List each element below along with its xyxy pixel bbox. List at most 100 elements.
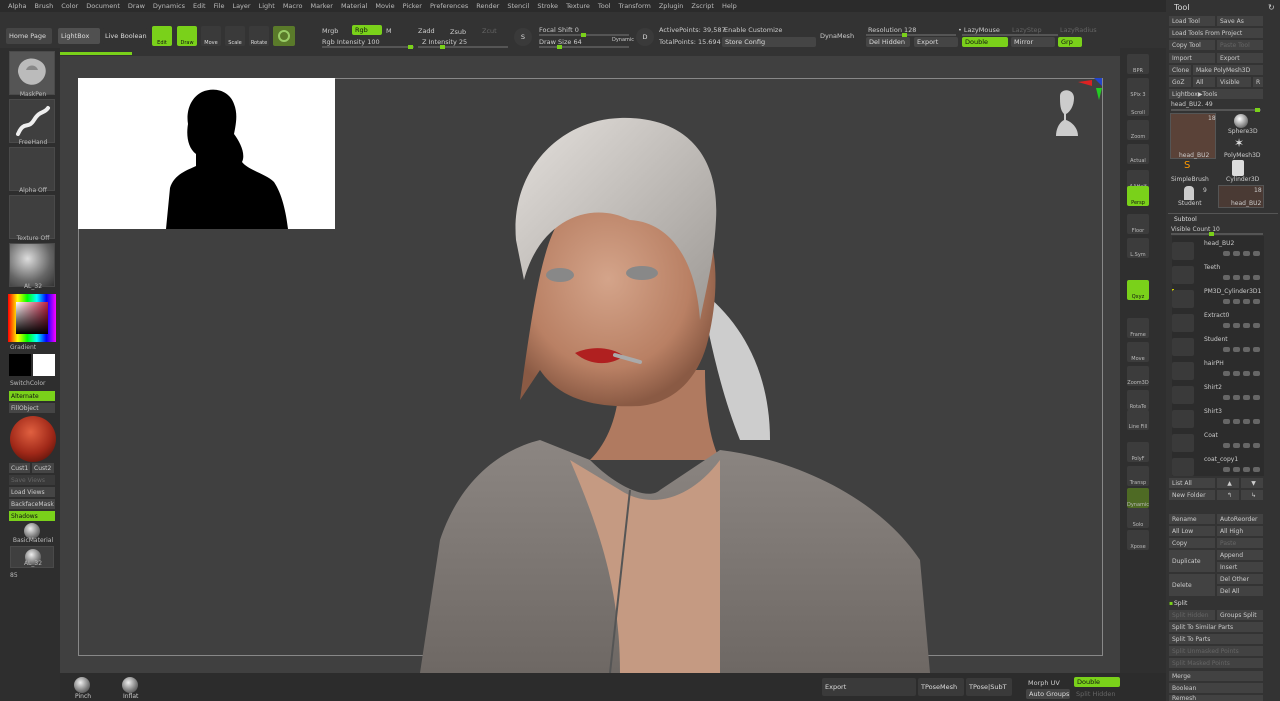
shelf-polyf[interactable]: PolyF [1127, 442, 1149, 462]
visibility-eye-icon[interactable] [1253, 467, 1260, 472]
tposemesh-button[interactable]: TPoseMesh [918, 678, 964, 696]
subtool-toggle-icon[interactable] [1233, 323, 1240, 328]
menu-texture[interactable]: Texture [566, 2, 590, 10]
subtool-toggles[interactable] [1210, 419, 1260, 425]
home-page-button[interactable]: Home Page [6, 28, 52, 44]
secondary-color-swatch[interactable] [33, 354, 55, 376]
move-left-arrow-icon[interactable]: ↰ [1217, 490, 1239, 500]
subtool-row[interactable]: PM3D_Cylinder3D1 [1172, 288, 1264, 311]
subtool-toggle-icon[interactable] [1223, 467, 1230, 472]
focal-shift-label[interactable]: Focal Shift 0 [539, 26, 579, 34]
append-button[interactable]: Append [1217, 550, 1263, 560]
menu-transform[interactable]: Transform [619, 2, 651, 10]
load-from-project-button[interactable]: Load Tools From Project [1169, 28, 1263, 38]
current-tool-label[interactable]: head_BU2. 49 [1171, 101, 1213, 108]
subtool-toggle-icon[interactable] [1223, 251, 1230, 256]
new-folder-button[interactable]: New Folder [1169, 490, 1215, 500]
double-toggle[interactable]: Double [962, 37, 1008, 47]
material-selector[interactable] [9, 243, 55, 287]
rgb-intensity-slider[interactable] [322, 45, 414, 49]
shelf-dynamic[interactable]: Dynamic [1127, 488, 1149, 508]
delete-button[interactable]: Delete [1169, 574, 1215, 596]
subtool-toggle-icon[interactable] [1223, 395, 1230, 400]
shelf-spix-3[interactable]: SPix 3 [1127, 78, 1149, 98]
rename-button[interactable]: Rename [1169, 514, 1215, 524]
menu-preferences[interactable]: Preferences [430, 2, 468, 10]
dynamesh-button[interactable]: DynaMesh [820, 32, 854, 40]
shelf-transp[interactable]: Transp [1127, 466, 1149, 486]
z-intensity-slider[interactable] [418, 45, 508, 49]
paste-tool-button[interactable]: Paste Tool [1217, 40, 1263, 50]
subtool-toggles[interactable] [1210, 251, 1260, 257]
visible-count-slider[interactable] [1171, 232, 1263, 236]
all-high-button[interactable]: All High [1217, 526, 1263, 536]
cylinder3d-icon[interactable] [1232, 160, 1244, 176]
subtool-toggle-icon[interactable] [1243, 347, 1250, 352]
shelf-move[interactable]: Move [1127, 342, 1149, 362]
enable-customize-button[interactable]: Enable Customize [724, 26, 782, 34]
shelf-frame[interactable]: Frame [1127, 318, 1149, 338]
copy-subtool-button[interactable]: Copy [1169, 538, 1215, 548]
subtool-toggles[interactable] [1210, 299, 1260, 305]
subtool-toggle-icon[interactable] [1243, 419, 1250, 424]
subtool-header[interactable]: Subtool [1174, 216, 1197, 223]
split-similar-parts-button[interactable]: Split To Similar Parts [1169, 622, 1263, 632]
subtool-toggles[interactable] [1210, 275, 1260, 281]
export-button[interactable]: Export [914, 37, 958, 47]
subtool-toggle-icon[interactable] [1243, 275, 1250, 280]
menu-draw[interactable]: Draw [128, 2, 145, 10]
menu-movie[interactable]: Movie [375, 2, 394, 10]
resolution-slider[interactable] [866, 33, 956, 37]
subtool-toggles[interactable] [1210, 395, 1260, 401]
scale-mode-button[interactable]: Scale [225, 26, 245, 46]
shelf-qxyz[interactable]: Qxyz [1127, 280, 1149, 300]
visibility-eye-icon[interactable] [1253, 251, 1260, 256]
split-unmasked-button[interactable]: Split Unmasked Points [1169, 646, 1263, 656]
import-button[interactable]: Import [1169, 53, 1215, 63]
live-boolean-button[interactable]: Live Boolean [102, 28, 148, 44]
insert-button[interactable]: Insert [1217, 562, 1263, 572]
visibility-eye-icon[interactable] [1253, 443, 1260, 448]
subtool-row[interactable]: hairPH [1172, 360, 1264, 383]
student-figure-icon[interactable] [1184, 186, 1194, 200]
shelf-scroll[interactable]: Scroll [1127, 96, 1149, 116]
rgb-intensity-label[interactable]: Rgb Intensity 100 [322, 38, 380, 46]
visibility-eye-icon[interactable] [1253, 419, 1260, 424]
load-views-button[interactable]: Load Views [9, 487, 55, 497]
visibility-eye-icon[interactable] [1253, 299, 1260, 304]
move-down-arrow-icon[interactable]: ▼ [1241, 478, 1263, 488]
del-other-button[interactable]: Del Other [1217, 574, 1263, 584]
subtool-toggles[interactable] [1210, 467, 1260, 473]
export-panel-button[interactable]: Export [1217, 53, 1263, 63]
draw-mode-button[interactable]: Draw [177, 26, 197, 46]
subtool-toggle-icon[interactable] [1243, 443, 1250, 448]
cust2-button[interactable]: Cust2 [32, 463, 54, 473]
subtool-row[interactable]: Shirt2 [1172, 384, 1264, 407]
subtool-toggle-icon[interactable] [1233, 467, 1240, 472]
auto-groups-button[interactable]: Auto Groups [1026, 689, 1070, 699]
move-mode-button[interactable]: Move [201, 26, 221, 46]
sphere-icon[interactable] [273, 26, 295, 46]
zsub-button[interactable]: Zsub [450, 28, 466, 36]
subtool-toggle-icon[interactable] [1223, 443, 1230, 448]
menu-dynamics[interactable]: Dynamics [153, 2, 185, 10]
shelf-zoom3d[interactable]: Zoom3D [1127, 366, 1149, 386]
merge-button[interactable]: Merge [1169, 671, 1263, 681]
tpose-subt-button[interactable]: TPose|SubT [966, 678, 1012, 696]
shelf-persp[interactable]: Persp [1127, 186, 1149, 206]
shelf-bpr[interactable]: BPR [1127, 54, 1149, 74]
cust1-button[interactable]: Cust1 [9, 463, 30, 473]
morph-uv-button[interactable]: Morph UV [1028, 679, 1060, 687]
color-picker[interactable] [8, 294, 56, 342]
subtool-toggle-icon[interactable] [1233, 251, 1240, 256]
stroke-selector[interactable] [9, 99, 55, 143]
alternate-toggle[interactable]: Alternate [9, 391, 55, 401]
main-color-swatch[interactable] [9, 354, 31, 376]
subtool-toggles[interactable] [1210, 323, 1260, 329]
subtool-toggle-icon[interactable] [1223, 275, 1230, 280]
save-views-button[interactable]: Save Views [9, 475, 55, 485]
lazystep-label[interactable]: LazyStep [1012, 26, 1042, 34]
subtool-toggles[interactable] [1210, 347, 1260, 353]
list-all-button[interactable]: List All [1169, 478, 1215, 488]
split-masked-button[interactable]: Split Masked Points [1169, 658, 1263, 668]
